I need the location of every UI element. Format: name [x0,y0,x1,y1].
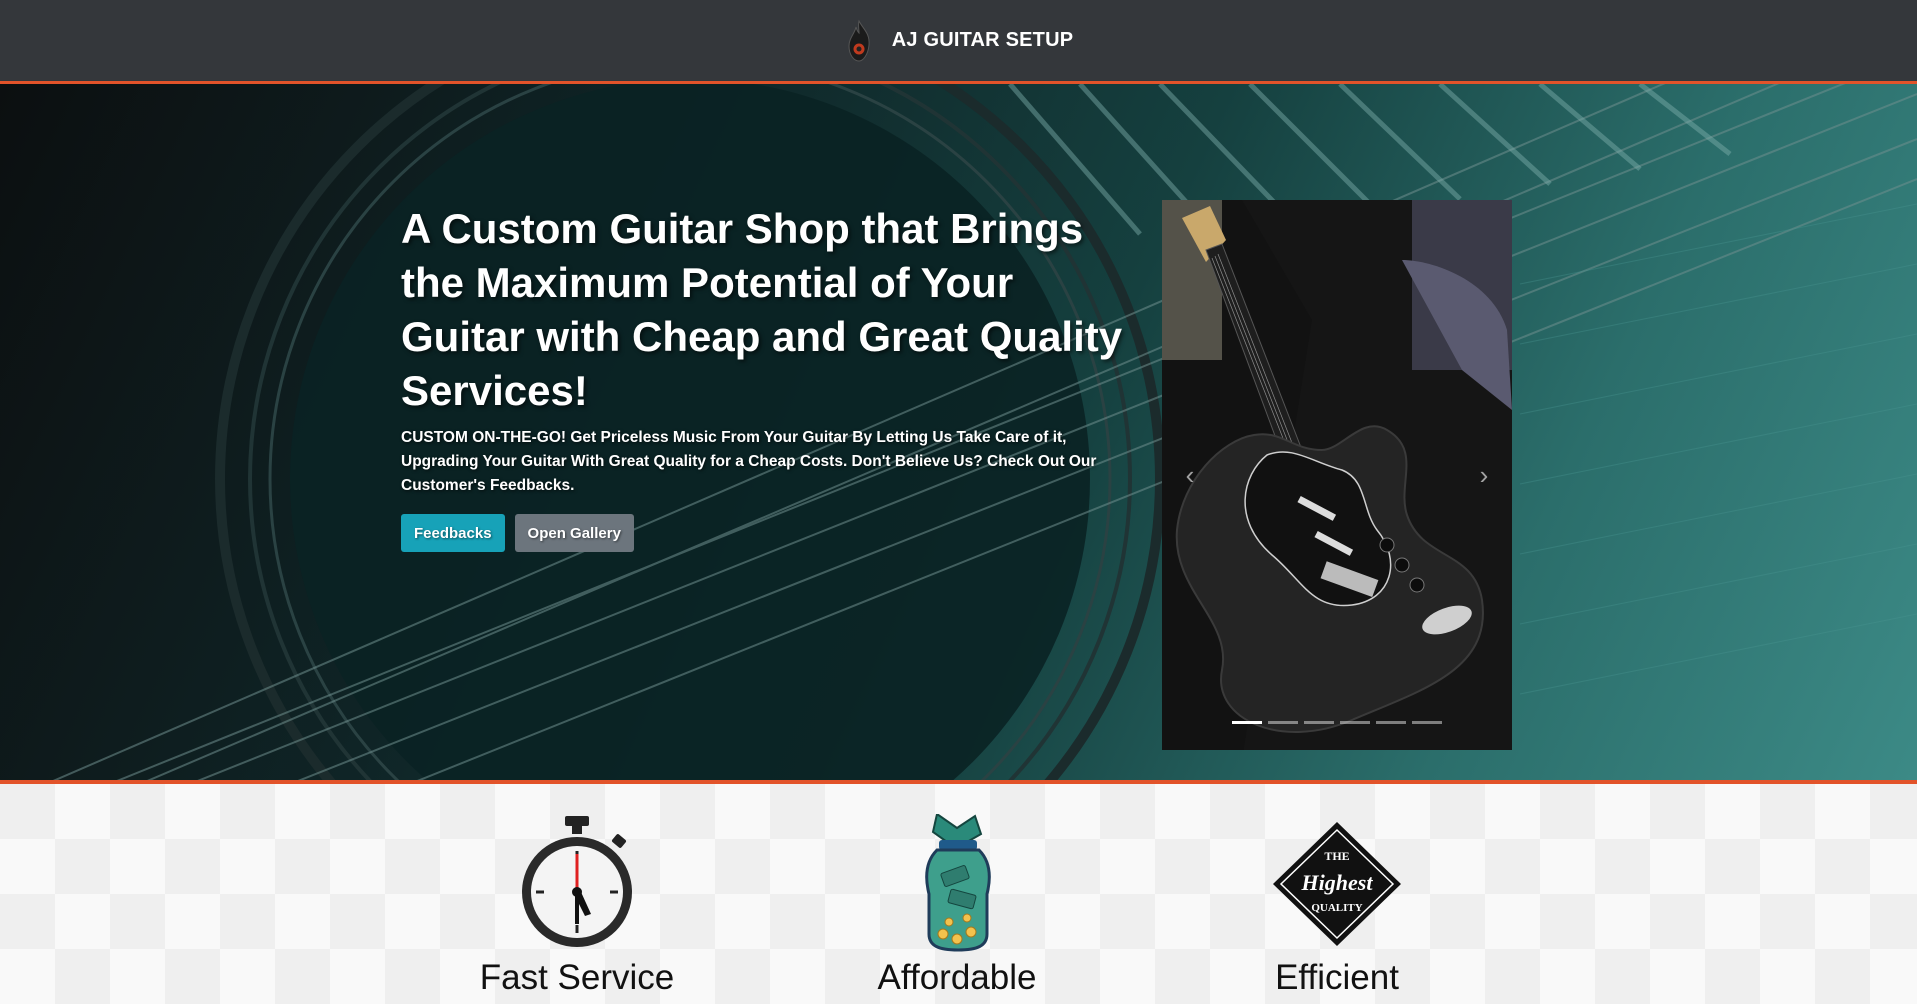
feature-affordable: Affordable [827,814,1087,998]
badge-text-the: THE [1324,849,1349,863]
flame-logo-icon [848,19,870,62]
feature-label-affordable: Affordable [877,958,1037,997]
badge-text-highest: Highest [1301,870,1374,895]
carousel-slide-black-guitar [1162,200,1512,750]
brand-name: AJ GUITAR SETUP [891,29,1074,51]
carousel-indicator[interactable] [1232,721,1262,724]
badge-text-quality: QUALITY [1311,902,1362,914]
hero-buttons: Feedbacks Open Gallery [401,514,1131,552]
money-jar-icon [925,814,991,952]
feedbacks-button[interactable]: Feedbacks [401,514,505,552]
highest-quality-badge-icon: THE Highest QUALITY [1273,822,1401,946]
hero-section: A Custom Guitar Shop that Brings the Max… [0,84,1917,784]
feature-efficient: THE Highest QUALITY Efficient [1207,814,1467,998]
carousel-prev-button[interactable]: ‹ [1170,455,1210,495]
feature-label-efficient: Efficient [1275,958,1399,997]
stopwatch-icon [522,816,632,947]
site-header: AJ GUITAR SETUP [0,0,1917,84]
open-gallery-button[interactable]: Open Gallery [514,514,634,552]
carousel-next-button[interactable]: › [1464,455,1504,495]
feature-fast-service: Fast Service [447,814,707,998]
hero-subtitle: CUSTOM ON-THE-GO! Get Priceless Music Fr… [401,429,1097,494]
feature-label-fast-service: Fast Service [479,958,675,997]
carousel-indicator[interactable] [1340,721,1370,724]
carousel-indicator[interactable] [1376,721,1406,724]
carousel-indicators [1232,721,1442,724]
chevron-left-icon: ‹ [1185,459,1195,490]
hero-title: A Custom Guitar Shop that Brings the Max… [401,205,1123,414]
carousel-indicator[interactable] [1304,721,1334,724]
carousel-indicator[interactable] [1268,721,1298,724]
features-section: Fast Service Affordable THE Highest QUAL… [0,784,1917,1004]
hero-copy: A Custom Guitar Shop that Brings the Max… [401,202,1131,552]
chevron-right-icon: › [1479,459,1489,490]
carousel-indicator[interactable] [1412,721,1442,724]
brand-link[interactable]: AJ GUITAR SETUP [844,19,1074,63]
image-carousel[interactable]: ‹ › [1162,200,1512,750]
